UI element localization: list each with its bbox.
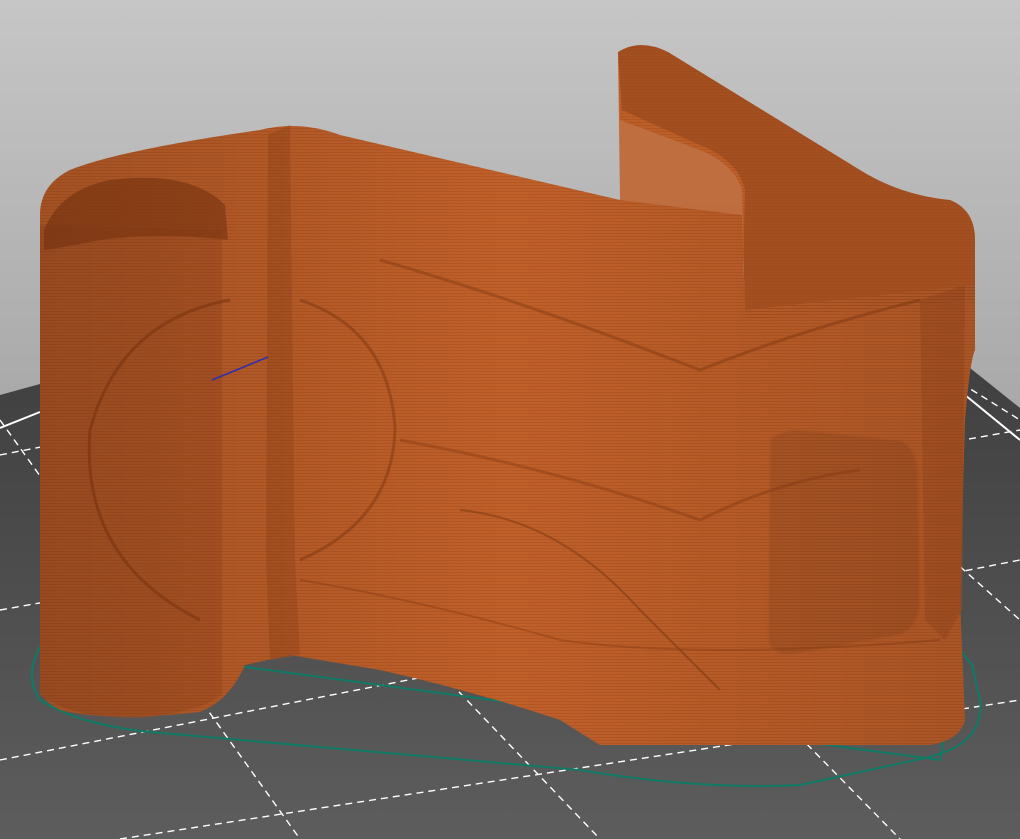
gcode-preview-viewport[interactable] xyxy=(0,0,1020,839)
scene-svg[interactable] xyxy=(0,0,1020,839)
